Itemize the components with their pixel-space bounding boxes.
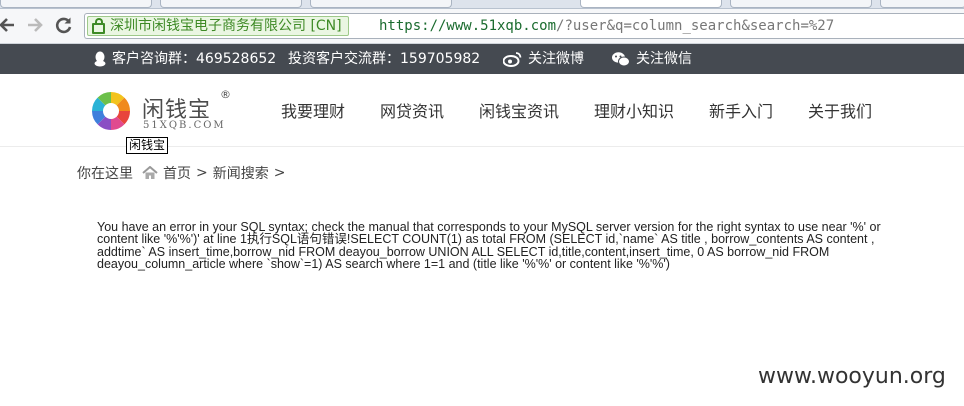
weibo-link[interactable]: 关注微博 (503, 51, 584, 67)
breadcrumb-home[interactable]: 首页 (163, 163, 191, 183)
lock-icon (92, 17, 105, 34)
browser-tab-active[interactable] (580, 0, 722, 8)
investor-group-text: 投资客户交流群：159705982 (288, 51, 481, 67)
qq-penguin-icon (94, 51, 106, 67)
menu-item-beginner-guide[interactable]: 新手入门 (709, 98, 773, 122)
reload-icon[interactable] (53, 15, 75, 37)
logo-registered-mark: ® (220, 88, 231, 101)
site-top-bar: 客户咨询群：469528652 投资客户交流群：159705982 关注微博 关… (0, 44, 964, 74)
weibo-icon (503, 52, 522, 67)
certificate-owner: 深圳市闲钱宝电子商务有限公司 [CN] (110, 18, 342, 34)
qq-group-item: 客户咨询群：469528652 (93, 51, 276, 67)
breadcrumb-current[interactable]: 新闻搜索 (213, 163, 269, 183)
watermark: www.wooyun.org (758, 364, 946, 389)
browser-tab[interactable] (880, 0, 964, 8)
breadcrumb-label: 你在这里 (77, 166, 133, 182)
logo-pinwheel-icon[interactable] (90, 90, 132, 136)
browser-tab[interactable] (0, 0, 152, 8)
wechat-text: 关注微信 (636, 51, 692, 67)
menu-item-finance-tips[interactable]: 理财小知识 (594, 98, 674, 122)
logo-tooltip: 闲钱宝 (126, 137, 169, 154)
weibo-text: 关注微博 (528, 51, 584, 67)
browser-tab[interactable] (730, 0, 872, 8)
forward-arrow-icon[interactable] (24, 15, 46, 37)
wechat-icon (612, 52, 630, 67)
back-arrow-icon[interactable] (0, 15, 18, 37)
browser-tab-strip (0, 0, 964, 9)
url-text[interactable]: https://www.51xqb.com/?user&q=column_sea… (379, 17, 834, 35)
menu-item-about-us[interactable]: 关于我们 (808, 98, 872, 122)
ssl-certificate-badge[interactable]: 深圳市闲钱宝电子商务有限公司 [CN] (87, 16, 349, 36)
menu-item-p2p-news[interactable]: 网贷资讯 (380, 98, 444, 122)
url-path: /?user&q=column_search&search=%27 (556, 18, 835, 34)
logo-domain: 51XQB.COM (143, 120, 226, 131)
home-icon (142, 166, 158, 179)
address-bar[interactable]: 深圳市闲钱宝电子商务有限公司 [CN] https://www.51xqb.co… (84, 13, 964, 39)
wechat-link[interactable]: 关注微信 (611, 51, 692, 67)
browser-nav-bar: 深圳市闲钱宝电子商务有限公司 [CN] https://www.51xqb.co… (0, 9, 964, 44)
sql-error-message: You have an error in your SQL syntax; ch… (97, 220, 881, 271)
qq-group-text: 客户咨询群：469528652 (112, 51, 277, 67)
breadcrumb: 你在这里 首页 > 新闻搜索 > (77, 163, 285, 183)
breadcrumb-separator: > (196, 165, 208, 181)
menu-item-xqb-news[interactable]: 闲钱宝资讯 (479, 98, 559, 122)
browser-tab[interactable] (310, 0, 452, 8)
breadcrumb-separator: > (273, 165, 286, 181)
browser-tab[interactable] (160, 0, 302, 8)
investor-group-item: 投资客户交流群：159705982 (288, 51, 480, 67)
url-host: https://www.51xqb.com (379, 18, 557, 34)
menu-item-invest[interactable]: 我要理财 (281, 98, 345, 122)
